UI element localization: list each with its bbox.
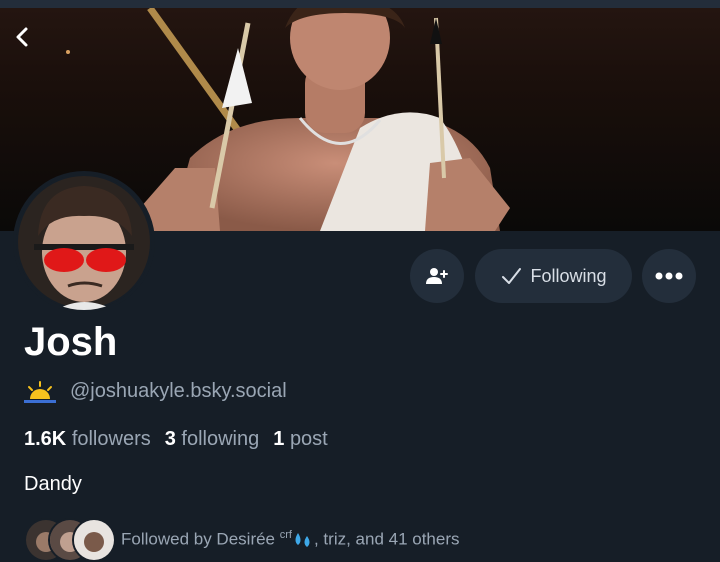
add-user-icon — [426, 268, 448, 284]
follower-avatar — [72, 518, 116, 562]
followers-count: 1.6K — [24, 428, 67, 450]
followed-by-sup: crf — [279, 529, 292, 541]
check-icon — [502, 268, 522, 284]
handle-row: @joshuakyle.bsky.social — [24, 380, 287, 403]
back-button[interactable] — [12, 26, 46, 60]
avatar-image — [18, 176, 150, 310]
avatar[interactable] — [16, 174, 152, 310]
sweat-droplets-icon — [295, 533, 310, 548]
followed-by-prefix: Followed by Desirée — [121, 529, 276, 549]
followed-by-row[interactable]: Followed by Desirée crf , triz, and 41 ot… — [24, 516, 720, 562]
following-label: following — [181, 428, 260, 450]
following-stat[interactable]: 3 following — [165, 428, 260, 451]
following-button-label: Following — [530, 265, 607, 286]
following-count: 3 — [164, 428, 176, 450]
posts-stat: 1 post — [273, 428, 328, 451]
followers-stat[interactable]: 1.6K followers — [24, 428, 151, 451]
profile-bio: Dandy — [24, 473, 82, 495]
following-button[interactable]: Following — [475, 249, 632, 303]
followers-label: followers — [71, 428, 151, 450]
chevron-left-icon — [16, 27, 28, 47]
profile-name: Josh — [24, 320, 118, 364]
posts-label: post — [289, 428, 328, 450]
sunrise-icon — [24, 380, 56, 403]
followed-by-suffix: , triz, and 41 others — [313, 529, 460, 549]
more-horizontal-icon — [655, 272, 683, 280]
posts-count: 1 — [273, 428, 285, 450]
more-options-button[interactable] — [642, 249, 696, 303]
add-user-button[interactable] — [410, 249, 464, 303]
profile-handle: @joshuakyle.bsky.social — [70, 380, 287, 402]
status-bar — [0, 0, 720, 8]
stats-row: 1.6K followers 3 following 1 post — [24, 428, 328, 451]
